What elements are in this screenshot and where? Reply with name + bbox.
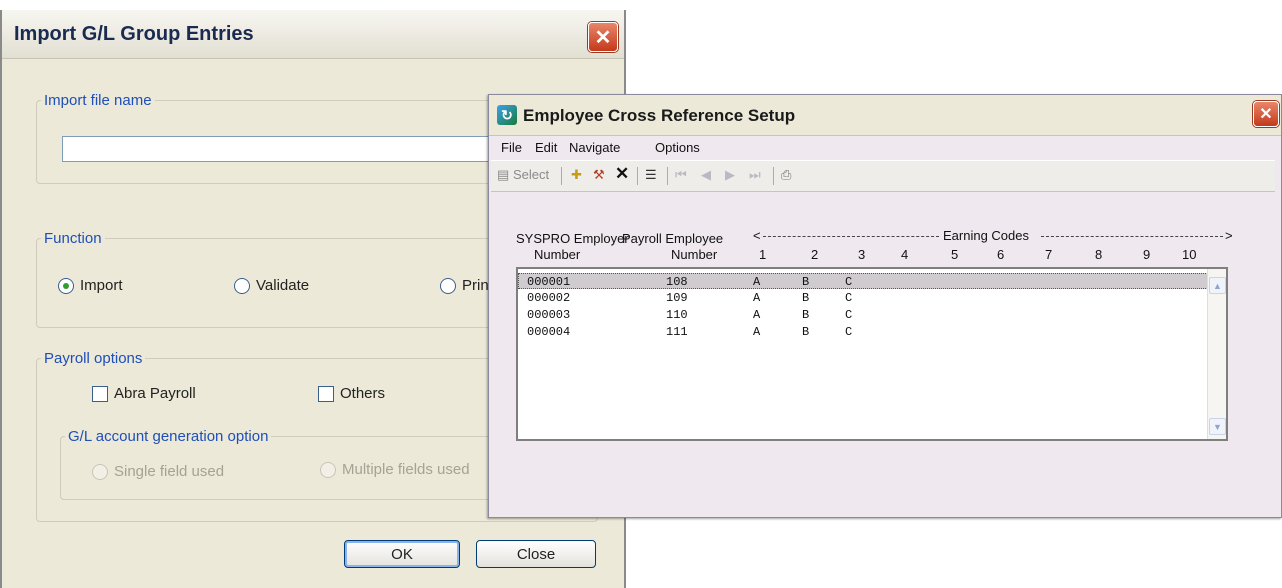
code-cell-2: B [802, 275, 810, 289]
code-header-2: 2 [811, 247, 819, 262]
code-header-7: 7 [1045, 247, 1053, 262]
code-cell-1: A [753, 291, 761, 305]
next-record-icon[interactable]: ▶ [725, 167, 735, 183]
syspro-employer-header: SYSPRO Employer [516, 231, 629, 246]
print-radio-label: Prin [462, 277, 489, 294]
code-cell-2: B [802, 291, 810, 305]
employer-cell: 000003 [527, 308, 571, 322]
change-icon[interactable]: ⚒ [593, 167, 605, 183]
print-radio[interactable] [440, 278, 456, 294]
code-cell-3: C [845, 325, 853, 339]
validate-radio-label: Validate [256, 277, 310, 294]
single-field-radio[interactable] [92, 464, 108, 480]
dialog-title: Import G/L Group Entries [14, 23, 254, 45]
earning-codes-header: Earning Codes [943, 228, 1029, 243]
menu-file[interactable]: File [501, 140, 522, 155]
table-row[interactable]: 000001 108 A B C [518, 273, 1208, 289]
code-header-4: 4 [901, 247, 909, 262]
code-header-5: 5 [951, 247, 959, 262]
others-label: Others [340, 385, 386, 402]
table-row[interactable]: 000004 111 A B C [518, 324, 1208, 340]
import-radio-label: Import [80, 277, 123, 294]
earning-codes-line-left [763, 236, 939, 237]
earning-codes-line-right [1041, 236, 1223, 237]
single-field-label: Single field used [114, 463, 225, 480]
window-titlebar[interactable]: ↻ Employee Cross Reference Setup ✕ [489, 95, 1281, 136]
employee-cell: 109 [666, 291, 688, 305]
menu-bar: File Edit Navigate Options [489, 136, 1281, 158]
delete-icon[interactable]: ✕ [615, 164, 629, 184]
toolbar: ▤ Select ✚ ⚒ ✕ ☰ ⏮ ◀ ▶ ⏭ ⎙ [491, 160, 1275, 192]
app-icon: ↻ [497, 105, 517, 125]
code-cell-1: A [753, 308, 761, 322]
earning-codes-arrow-left: < [753, 228, 761, 243]
list-view-icon[interactable]: ☰ [645, 167, 657, 183]
close-icon[interactable]: ✕ [588, 22, 618, 52]
employer-cell: 000004 [527, 325, 571, 339]
employee-cross-reference-window: ↻ Employee Cross Reference Setup ✕ File … [488, 94, 1282, 518]
previous-record-icon[interactable]: ◀ [701, 167, 711, 183]
employer-cell: 000001 [527, 275, 571, 289]
last-record-icon[interactable]: ⏭ [749, 167, 761, 183]
others-checkbox[interactable] [318, 386, 334, 402]
abra-payroll-checkbox[interactable] [92, 386, 108, 402]
employee-number-header: Number [671, 247, 718, 262]
multiple-fields-radio[interactable] [320, 462, 336, 478]
vertical-scrollbar[interactable]: ▲ ▼ [1207, 269, 1226, 439]
multiple-fields-label: Multiple fields used [342, 461, 470, 478]
function-legend: Function [44, 230, 102, 247]
table-row[interactable]: 000003 110 A B C [518, 307, 1208, 323]
close-icon[interactable]: ✕ [1253, 101, 1279, 127]
code-cell-1: A [753, 275, 761, 289]
print-icon[interactable]: ⎙ [781, 167, 791, 183]
menu-edit[interactable]: Edit [535, 140, 557, 155]
code-cell-1: A [753, 325, 761, 339]
menu-navigate[interactable]: Navigate [569, 140, 620, 155]
payroll-options-legend: Payroll options [44, 350, 143, 367]
code-cell-2: B [802, 308, 810, 322]
employer-number-header: Number [534, 247, 581, 262]
first-record-icon[interactable]: ⏮ [675, 167, 687, 183]
gl-generation-legend: G/L account generation option [68, 428, 269, 445]
menu-options[interactable]: Options [655, 140, 700, 155]
select-icon[interactable]: ▤ [497, 167, 509, 183]
abra-payroll-label: Abra Payroll [114, 385, 196, 402]
ok-button[interactable]: OK [344, 540, 460, 568]
employer-cell: 000002 [527, 291, 571, 305]
employee-cell: 111 [666, 325, 688, 339]
validate-radio[interactable] [234, 278, 250, 294]
code-header-3: 3 [858, 247, 866, 262]
employee-list[interactable]: 000001 108 A B C 000002 109 A B C 000003… [516, 267, 1228, 441]
earning-codes-arrow-right: > [1225, 228, 1233, 243]
window-title: Employee Cross Reference Setup [523, 106, 796, 125]
code-header-6: 6 [997, 247, 1005, 262]
code-cell-3: C [845, 291, 853, 305]
scroll-up-icon[interactable]: ▲ [1209, 277, 1226, 294]
code-cell-2: B [802, 325, 810, 339]
select-button[interactable]: Select [513, 167, 549, 182]
payroll-employee-header: Payroll Employee [622, 231, 724, 246]
import-radio[interactable] [58, 278, 74, 294]
employee-cell: 110 [666, 308, 688, 322]
employee-cell: 108 [666, 275, 688, 289]
scroll-down-icon[interactable]: ▼ [1209, 418, 1226, 435]
import-file-legend: Import file name [44, 92, 152, 109]
code-header-9: 9 [1143, 247, 1151, 262]
code-cell-3: C [845, 275, 853, 289]
code-cell-3: C [845, 308, 853, 322]
code-header-10: 10 [1182, 247, 1197, 262]
close-button[interactable]: Close [476, 540, 596, 568]
new-icon[interactable]: ✚ [571, 167, 582, 183]
table-row[interactable]: 000002 109 A B C [518, 290, 1208, 306]
code-header-1: 1 [759, 247, 767, 262]
code-header-8: 8 [1095, 247, 1103, 262]
dialog-titlebar[interactable]: Import G/L Group Entries ✕ [2, 10, 624, 59]
